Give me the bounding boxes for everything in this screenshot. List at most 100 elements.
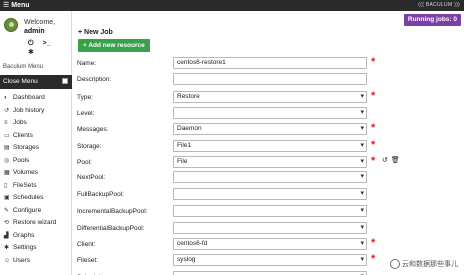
form-row-messages: Messages: Daemon * xyxy=(77,122,457,137)
fullbackuppool-select[interactable] xyxy=(173,188,367,200)
client-select[interactable]: centos6-fd xyxy=(173,238,367,250)
welcome-text: Welcome, xyxy=(24,19,55,26)
chart-icon: ▟ xyxy=(4,232,9,239)
type-select[interactable]: Restore xyxy=(173,91,367,103)
sidebar: Welcome, admin ⏻ >_ ✱ Baculum Menu Close M… xyxy=(0,11,72,275)
differentialbackuppool-select[interactable] xyxy=(173,222,367,234)
sidebar-item-volumes[interactable]: ▦ Volumes xyxy=(0,167,72,180)
nextpool-select[interactable] xyxy=(173,171,367,183)
top-bar: ☰ Menu ((( BACULUM ))) xyxy=(0,0,464,11)
sidebar-item-label: Configure xyxy=(13,206,42,214)
description-input[interactable] xyxy=(173,73,367,85)
add-new-resource-button[interactable]: + Add new resource xyxy=(78,39,150,52)
sidebar-item-label: Dashboard xyxy=(13,94,45,101)
sidebar-item-label: Restore wizard xyxy=(13,219,57,226)
trash-icon[interactable]: 🗑 xyxy=(391,157,400,164)
form-row-description: Description: xyxy=(77,73,457,87)
sidebar-item-label: Clients xyxy=(13,131,33,139)
messages-select[interactable]: Daemon xyxy=(173,123,367,135)
required-asterisk: * xyxy=(371,139,376,151)
desktop-icon: ▭ xyxy=(4,132,10,139)
sidebar-item-label: Settings xyxy=(13,244,37,251)
sidebar-item-dashboard[interactable]: ◐ Dashboard xyxy=(0,92,72,105)
sidebar-item-label: Schedules xyxy=(13,194,44,201)
watermark-text: 云和数据那些事儿 xyxy=(402,260,458,268)
sidebar-item-jobs[interactable]: ≡ Jobs xyxy=(0,117,72,130)
dashboard-icon: ◐ xyxy=(4,95,8,101)
sidebar-item-filesets[interactable]: ▯ FileSets xyxy=(0,180,72,193)
sidebar-item-storages[interactable]: ▤ Storages xyxy=(0,142,72,155)
fileset-select[interactable]: syslog xyxy=(173,254,367,266)
field-label: Client: xyxy=(77,241,96,248)
sidebar-item-job-history[interactable]: ↺ Job history xyxy=(0,105,72,118)
form-row-schedule: Schedule: xyxy=(77,271,457,275)
storage-select[interactable]: File1 xyxy=(173,140,367,152)
sidebar-item-restore-wizard[interactable]: ⟲ Restore wizard xyxy=(0,217,72,230)
close-menu-label: Close Menu xyxy=(3,78,38,85)
sidebar-item-label: Graphs xyxy=(13,231,35,239)
calendar-icon: ▣ xyxy=(4,195,10,201)
name-input[interactable]: centos6-restore1 xyxy=(173,57,367,69)
sidebar-item-graphs[interactable]: ▟ Graphs xyxy=(0,230,72,243)
level-select[interactable] xyxy=(173,107,367,119)
sidebar-title: Baculum Menu xyxy=(3,64,44,70)
sidebar-item-users[interactable]: ☺ Users xyxy=(0,255,72,268)
field-label: Type: xyxy=(77,94,93,101)
main-content: Running jobs: 0 + New Job + Add new reso… xyxy=(73,11,464,275)
list-icon: ≡ xyxy=(4,120,8,126)
sidebar-item-schedules[interactable]: ▣ Schedules xyxy=(0,192,72,205)
watermark: 云和数据那些事儿 xyxy=(390,259,458,269)
field-label: IncrementalBackupPool: xyxy=(77,208,148,215)
sidebar-item-label: Pools xyxy=(13,156,30,164)
field-label: Pool: xyxy=(77,159,92,166)
sidebar-item-configure[interactable]: ✎ Configure xyxy=(0,205,72,218)
form-row-nextpool: NextPool: xyxy=(77,171,457,185)
wrench-icon: ✎ xyxy=(4,207,10,214)
hdd-icon: ▦ xyxy=(4,170,10,176)
sidebar-nav: ◐ Dashboard ↺ Job history ≡ Jobs ▭ Clients ▤ Stor… xyxy=(0,92,72,267)
sidebar-item-label: Users xyxy=(13,256,30,264)
pool-select[interactable]: File xyxy=(173,156,367,168)
sidebar-item-settings[interactable]: ✱ Settings xyxy=(0,242,72,255)
pool-actions: ↺ 🗑 xyxy=(382,156,403,164)
user-actions: ⏻ >_ ✱ xyxy=(28,40,71,56)
history-icon: ↺ xyxy=(4,107,10,114)
form-row-type: Type: Restore * xyxy=(77,90,457,105)
username: admin xyxy=(24,28,45,35)
close-menu-icon xyxy=(62,78,68,84)
sidebar-item-label: FileSets xyxy=(13,181,37,189)
avatar xyxy=(4,18,18,32)
field-label: NextPool: xyxy=(77,174,106,181)
undo-icon[interactable]: ↺ xyxy=(382,157,388,164)
brand-logo: ((( BACULUM ))) xyxy=(418,2,460,8)
required-asterisk: * xyxy=(371,155,376,167)
gear-icon: ✱ xyxy=(4,245,10,251)
close-menu-button[interactable]: Close Menu xyxy=(0,75,72,89)
console-icon[interactable]: >_ xyxy=(43,40,51,47)
running-jobs-badge[interactable]: Running jobs: 0 xyxy=(403,14,461,26)
required-asterisk: * xyxy=(371,253,376,265)
field-label: DifferentialBackupPool: xyxy=(77,225,145,232)
menu-label: Menu xyxy=(11,2,30,9)
field-label: FullBackupPool: xyxy=(77,191,124,198)
sidebar-item-label: Jobs xyxy=(13,119,27,126)
sidebar-item-label: Volumes xyxy=(13,169,38,176)
form-row-storage: Storage: File1 * xyxy=(77,139,457,154)
form-row-client: Client: centos6-fd * xyxy=(77,237,457,252)
sidebar-item-label: Storages xyxy=(13,144,40,151)
form-row-level: Level: xyxy=(77,107,457,121)
required-asterisk: * xyxy=(371,56,376,68)
field-label: Messages: xyxy=(77,126,109,133)
tape-icon: ◎ xyxy=(4,157,10,164)
form-row-pool: Pool: File * ↺🗑 xyxy=(77,155,457,170)
incrementalbackuppool-select[interactable] xyxy=(173,205,367,217)
sidebar-item-clients[interactable]: ▭ Clients xyxy=(0,130,72,143)
required-asterisk: * xyxy=(371,90,376,102)
schedule-select[interactable] xyxy=(173,271,367,275)
new-job-heading: + New Job xyxy=(78,29,113,36)
sidebar-item-pools[interactable]: ◎ Pools xyxy=(0,155,72,168)
power-icon[interactable]: ⏻ xyxy=(28,40,34,48)
form-row-differentialbackuppool: DifferentialBackupPool: xyxy=(77,222,457,236)
gear-icon[interactable]: ✱ xyxy=(28,48,34,56)
menu-toggle[interactable]: ☰ Menu xyxy=(3,1,30,9)
